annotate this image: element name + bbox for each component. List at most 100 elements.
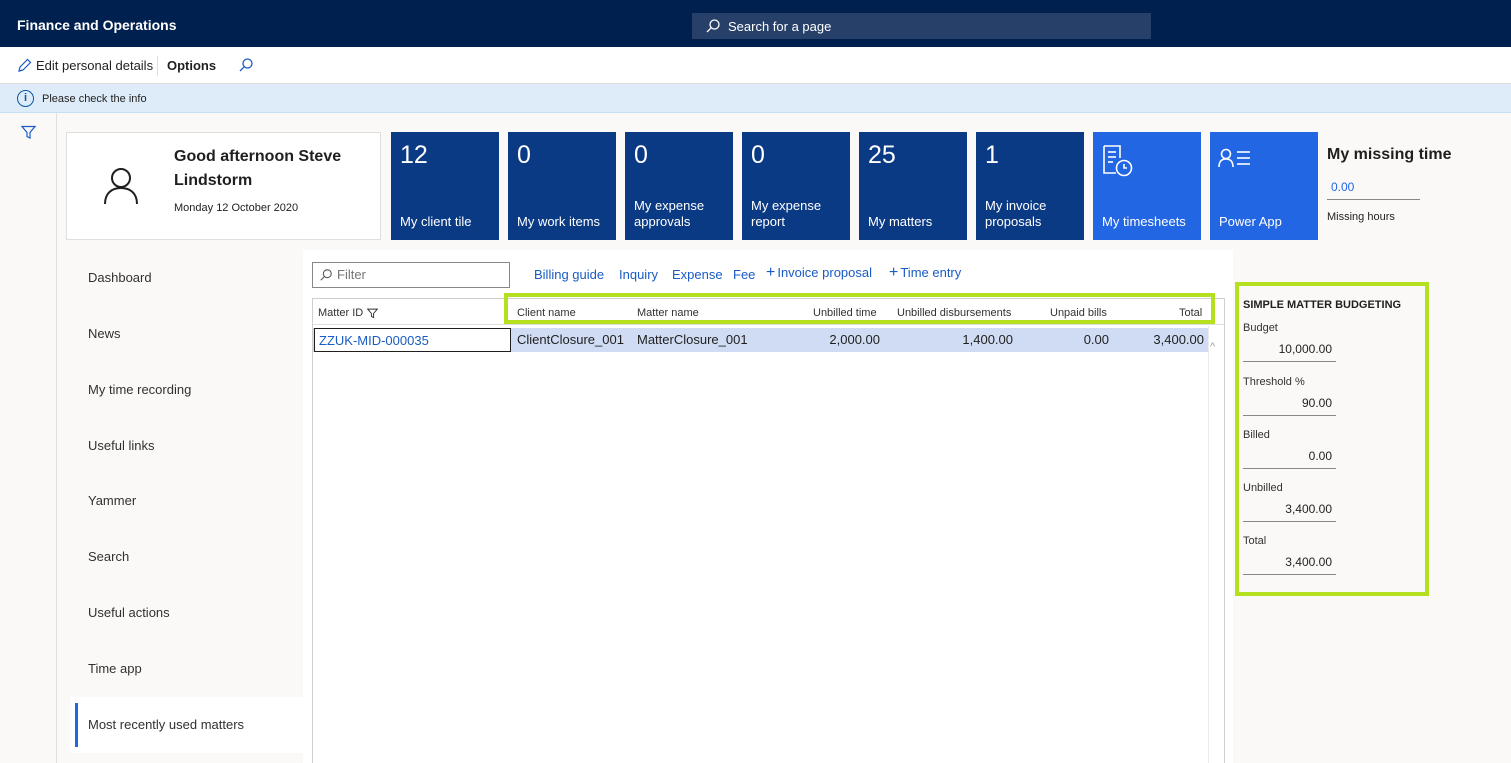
field-value[interactable]: 3,400.00 bbox=[1243, 502, 1336, 522]
expense-link[interactable]: Expense bbox=[672, 267, 723, 282]
matter-name-cell: MatterClosure_001 bbox=[637, 332, 748, 347]
missing-time-value[interactable]: 0.00 bbox=[1327, 180, 1420, 200]
app-title[interactable]: Finance and Operations bbox=[17, 17, 176, 33]
nav-item-useful-links[interactable]: Useful links bbox=[70, 418, 303, 474]
greeting-text: Good afternoon Steve Lindstorm bbox=[174, 148, 342, 189]
field-value[interactable]: 3,400.00 bbox=[1243, 555, 1336, 575]
nav-item-search[interactable]: Search bbox=[70, 529, 303, 585]
contact-list-icon bbox=[1218, 148, 1250, 168]
field-label: Billed bbox=[1243, 429, 1270, 441]
edit-personal-details-label: Edit personal details bbox=[36, 58, 154, 73]
nav-item-useful-actions[interactable]: Useful actions bbox=[70, 585, 303, 641]
field-label: Threshold % bbox=[1243, 376, 1305, 388]
scroll-up-icon[interactable]: ^ bbox=[1210, 341, 1215, 353]
action-pane: Edit personal details Options bbox=[0, 47, 1511, 84]
inquiry-link[interactable]: Inquiry bbox=[619, 267, 658, 282]
unbilled-field: Unbilled 3,400.00 bbox=[1243, 482, 1343, 522]
tile-label: My work items bbox=[517, 214, 601, 229]
invoice-proposal-button[interactable]: + Invoice proposal bbox=[766, 264, 872, 282]
nav-item-news[interactable]: News bbox=[70, 306, 303, 362]
unbilled-time-cell: 2,000.00 bbox=[829, 332, 880, 347]
time-entry-label: Time entry bbox=[900, 265, 962, 280]
top-navigation-bar: Finance and Operations Search for a page bbox=[0, 0, 1511, 47]
tile-my-work-items[interactable]: 0 My work items bbox=[508, 132, 616, 240]
greeting-card: Good afternoon Steve Lindstorm Monday 12… bbox=[66, 132, 381, 240]
total-field: Total 3,400.00 bbox=[1243, 535, 1343, 575]
field-value[interactable]: 90.00 bbox=[1243, 396, 1336, 416]
tile-my-client-tile[interactable]: 12 My client tile bbox=[391, 132, 499, 240]
search-icon bbox=[706, 19, 720, 33]
budgeting-title: SIMPLE MATTER BUDGETING bbox=[1243, 299, 1402, 311]
missing-time-card: My missing time 0.00 Missing hours bbox=[1327, 132, 1497, 240]
tile-label: My expense report bbox=[751, 198, 822, 229]
simple-matter-budgeting-panel: SIMPLE MATTER BUDGETING Budget 10,000.00… bbox=[1235, 282, 1429, 596]
filter-input[interactable] bbox=[337, 267, 505, 282]
left-rail bbox=[0, 113, 57, 763]
tile-my-invoice-proposals[interactable]: 1 My invoice proposals bbox=[976, 132, 1084, 240]
tile-count: 25 bbox=[868, 141, 896, 169]
nav-item-yammer[interactable]: Yammer bbox=[70, 473, 303, 529]
fee-link[interactable]: Fee bbox=[733, 267, 755, 282]
header-highlight-box bbox=[504, 293, 1215, 324]
matters-panel: Billing guide Inquiry Expense Fee +Invoi… bbox=[303, 250, 1233, 763]
options-button[interactable]: Options bbox=[167, 58, 216, 73]
search-icon bbox=[239, 58, 253, 72]
vertical-scrollbar[interactable] bbox=[1208, 326, 1209, 763]
matters-grid: Matter ID Client name Matter name Unbill… bbox=[312, 298, 1225, 763]
filter-icon bbox=[367, 308, 379, 318]
find-button[interactable] bbox=[238, 57, 254, 73]
budget-field: Budget 10,000.00 bbox=[1243, 322, 1343, 362]
field-value[interactable]: 0.00 bbox=[1243, 449, 1336, 469]
missing-time-subtitle: Missing hours bbox=[1327, 211, 1395, 223]
tile-count: 12 bbox=[400, 141, 428, 169]
total-cell: 3,400.00 bbox=[1153, 332, 1204, 347]
billing-guide-link[interactable]: Billing guide bbox=[534, 267, 604, 282]
filter-icon[interactable] bbox=[21, 125, 36, 140]
column-header-label: Matter ID bbox=[318, 307, 364, 319]
field-value[interactable]: 10,000.00 bbox=[1243, 342, 1336, 362]
tile-label: My matters bbox=[868, 214, 933, 229]
pencil-icon bbox=[18, 58, 32, 72]
options-label: Options bbox=[167, 58, 217, 73]
billed-field: Billed 0.00 bbox=[1243, 429, 1343, 469]
tile-label: My client tile bbox=[400, 214, 472, 229]
search-placeholder: Search for a page bbox=[728, 19, 832, 34]
nav-item-most-recently-used-matters[interactable]: Most recently used matters bbox=[70, 697, 303, 753]
tile-label: My invoice proposals bbox=[985, 198, 1047, 229]
action-separator bbox=[157, 56, 158, 76]
missing-time-title: My missing time bbox=[1327, 146, 1452, 163]
person-icon bbox=[104, 168, 138, 205]
nav-item-my-time-recording[interactable]: My time recording bbox=[70, 362, 303, 418]
invoice-proposal-label: Invoice proposal bbox=[777, 265, 873, 280]
matter-id-cell[interactable]: ZZUK-MID-000035 bbox=[314, 328, 511, 352]
tile-label: My expense approvals bbox=[634, 198, 705, 229]
nav-item-time-app[interactable]: Time app bbox=[70, 641, 303, 697]
tile-count: 0 bbox=[751, 141, 765, 169]
field-label: Budget bbox=[1243, 322, 1278, 334]
tile-label: Power App bbox=[1219, 214, 1282, 229]
filter-box[interactable] bbox=[312, 262, 510, 288]
unbilled-disbursements-cell: 1,400.00 bbox=[962, 332, 1013, 347]
nav-item-dashboard[interactable]: Dashboard bbox=[70, 250, 303, 306]
tile-my-timesheets[interactable]: My timesheets bbox=[1093, 132, 1201, 240]
info-message: Please check the info bbox=[42, 93, 147, 105]
table-row[interactable]: ZZUK-MID-000035 ClientClosure_001 Matter… bbox=[313, 328, 1208, 352]
workspace-navigation: Dashboard News My time recording Useful … bbox=[70, 250, 303, 763]
column-header-matter-id[interactable]: Matter ID bbox=[318, 307, 379, 319]
info-icon: i bbox=[17, 90, 34, 107]
edit-personal-details-button[interactable]: Edit personal details bbox=[17, 58, 153, 73]
tile-label: My timesheets bbox=[1102, 214, 1186, 229]
page-search-box[interactable]: Search for a page bbox=[692, 13, 1151, 39]
tile-count: 0 bbox=[517, 141, 531, 169]
time-entry-button[interactable]: + Time entry bbox=[889, 264, 961, 282]
tile-count: 1 bbox=[985, 141, 999, 169]
plus-icon: + bbox=[889, 264, 899, 281]
unpaid-bills-cell: 0.00 bbox=[1083, 332, 1109, 347]
client-name-cell: ClientClosure_001 bbox=[517, 332, 624, 347]
tile-my-expense-report[interactable]: 0 My expense report bbox=[742, 132, 850, 240]
tile-power-app[interactable]: Power App bbox=[1210, 132, 1318, 240]
tile-count: 0 bbox=[634, 141, 648, 169]
tile-my-expense-approvals[interactable]: 0 My expense approvals bbox=[625, 132, 733, 240]
tile-my-matters[interactable]: 25 My matters bbox=[859, 132, 967, 240]
field-label: Total bbox=[1243, 535, 1267, 547]
